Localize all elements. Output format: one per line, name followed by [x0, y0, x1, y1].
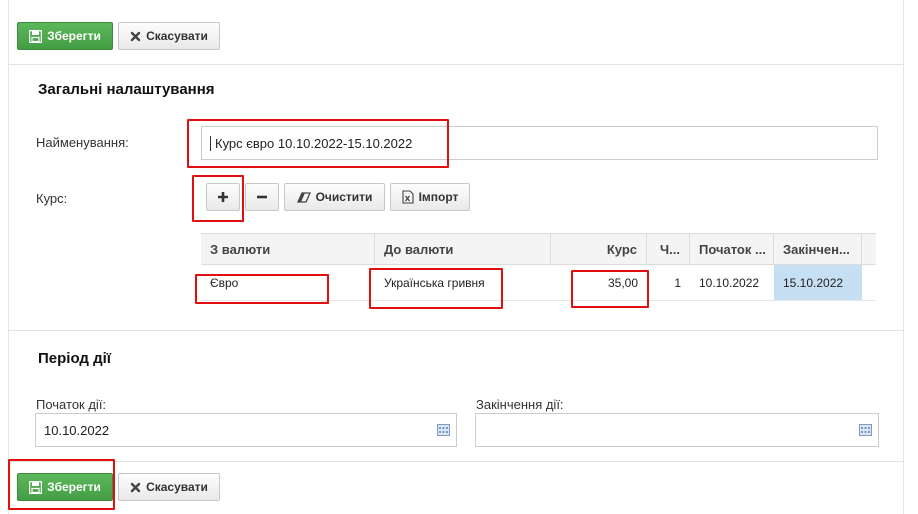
close-icon	[130, 482, 141, 493]
start-date-value: 10.10.2022	[44, 422, 110, 438]
floppy-disk-icon	[29, 480, 43, 494]
divider	[8, 461, 904, 462]
column-header[interactable]: Ч...	[647, 234, 690, 264]
section-title-period: Період дії	[38, 350, 112, 367]
column-header[interactable]: Закінчен...	[774, 234, 862, 264]
start-date-label: Початок дії:	[36, 397, 107, 412]
clear-button[interactable]: Очистити	[284, 183, 385, 211]
name-input[interactable]: Курс євро 10.10.2022-15.10.2022	[201, 126, 878, 160]
column-header[interactable]: Курс	[551, 234, 647, 264]
column-header[interactable]: З валюти	[201, 234, 375, 264]
floppy-disk-icon	[29, 29, 43, 43]
end-date-input[interactable]	[475, 413, 879, 447]
remove-row-button[interactable]	[245, 183, 279, 211]
cancel-button-bottom[interactable]: Скасувати	[118, 473, 220, 501]
eraser-icon	[296, 191, 311, 203]
add-row-button[interactable]	[206, 183, 240, 211]
cancel-label: Скасувати	[146, 29, 208, 43]
import-button[interactable]: Імпорт	[390, 183, 470, 211]
clear-label: Очистити	[315, 190, 373, 204]
end-date-cell[interactable]: 15.10.2022	[774, 265, 862, 300]
cancel-button-top[interactable]: Скасувати	[118, 22, 220, 50]
cancel-label: Скасувати	[146, 480, 208, 494]
import-label: Імпорт	[418, 190, 459, 204]
calendar-icon[interactable]	[859, 424, 872, 436]
close-icon	[130, 31, 141, 42]
rates-grid: З валюти До валюти Курс Ч... Початок ...…	[201, 233, 876, 301]
save-label: Зберегти	[47, 480, 101, 494]
quantity-cell[interactable]: 1	[647, 265, 690, 300]
column-header[interactable]: До валюти	[375, 234, 551, 264]
start-date-input[interactable]: 10.10.2022	[35, 413, 457, 447]
divider	[8, 64, 904, 65]
save-label: Зберегти	[47, 29, 101, 43]
calendar-icon[interactable]	[437, 424, 450, 436]
excel-file-icon	[402, 190, 414, 204]
to-currency-cell[interactable]: Українська гривня	[375, 265, 551, 300]
rate-label: Курс:	[36, 191, 68, 206]
divider	[8, 330, 904, 331]
name-input-value: Курс євро 10.10.2022-15.10.2022	[210, 135, 412, 151]
end-date-label: Закінчення дії:	[476, 397, 564, 412]
column-header[interactable]: Початок ...	[690, 234, 774, 264]
grid-header: З валюти До валюти Курс Ч... Початок ...…	[201, 233, 876, 265]
start-date-cell[interactable]: 10.10.2022	[690, 265, 774, 300]
table-row[interactable]: Євро Українська гривня 35,00 1 10.10.202…	[201, 265, 876, 301]
plus-icon	[217, 191, 229, 203]
minus-icon	[256, 191, 268, 203]
name-label: Найменування:	[36, 135, 129, 150]
save-button-bottom[interactable]: Зберегти	[17, 473, 113, 501]
from-currency-cell[interactable]: Євро	[201, 265, 375, 300]
save-button-top[interactable]: Зберегти	[17, 22, 113, 50]
section-title-general: Загальні налаштування	[38, 81, 215, 98]
rate-cell[interactable]: 35,00	[551, 265, 647, 300]
